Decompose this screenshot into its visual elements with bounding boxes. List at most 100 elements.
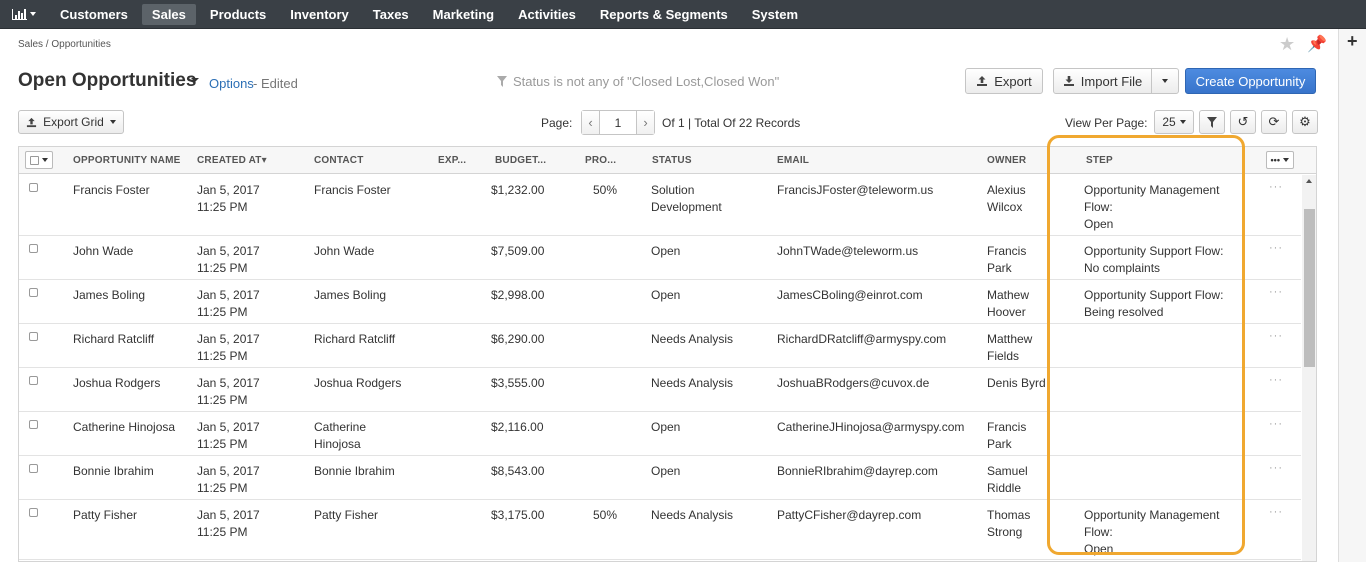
- refresh-button[interactable]: ⟳: [1261, 110, 1287, 134]
- row-actions-icon[interactable]: ···: [1269, 181, 1283, 193]
- row-checkbox[interactable]: [29, 183, 38, 192]
- select-all-checkbox[interactable]: [25, 151, 53, 169]
- refresh-icon: ⟳: [1268, 114, 1280, 129]
- cell-opportunity-name-text: Joshua Rodgers: [73, 376, 161, 390]
- cell-owner-text: Alexius: [987, 183, 1026, 197]
- column-status[interactable]: STATUS: [652, 155, 692, 166]
- nav-reports-segments[interactable]: Reports & Segments: [590, 4, 738, 25]
- cell-owner: Matthew Fields: [987, 331, 1032, 365]
- cell-budget: $3,555.00: [491, 375, 544, 392]
- cell-opportunity-name-text: Patty Fisher: [73, 508, 138, 522]
- vertical-scrollbar[interactable]: [1302, 175, 1316, 561]
- page-number-input[interactable]: 1: [599, 111, 637, 134]
- column-created-at[interactable]: CREATED AT▾: [197, 155, 267, 166]
- export-button[interactable]: Export: [965, 68, 1043, 94]
- top-nav: Customers Sales Products Inventory Taxes…: [0, 0, 1366, 29]
- pin-icon[interactable]: 📌: [1307, 34, 1327, 54]
- nav-marketing[interactable]: Marketing: [423, 4, 504, 25]
- row-actions-icon[interactable]: ···: [1269, 242, 1283, 254]
- cell-step-text: Opportunity Management: [1084, 183, 1220, 197]
- view-per-page-select[interactable]: 25: [1154, 110, 1194, 134]
- cell-owner-text: Fields: [987, 349, 1020, 363]
- options-link[interactable]: Options: [209, 76, 254, 91]
- import-file-button[interactable]: Import File: [1053, 68, 1152, 94]
- cell-created-at: Jan 5, 2017 11:25 PM: [197, 507, 260, 541]
- cell-owner: Mathew Hoover: [987, 287, 1029, 321]
- upload-icon: [977, 76, 988, 86]
- column-owner[interactable]: OWNER: [987, 155, 1026, 166]
- nav-activities[interactable]: Activities: [508, 4, 586, 25]
- reset-button[interactable]: ↺: [1230, 110, 1256, 134]
- download-icon: [1063, 76, 1074, 86]
- table-row[interactable]: John Wade Jan 5, 2017 11:25 PM John Wade $7,…: [19, 236, 1301, 280]
- row-actions-icon[interactable]: ···: [1269, 506, 1283, 518]
- table-row[interactable]: Richard Ratcliff Jan 5, 2017 11:25 PM Richa…: [19, 324, 1301, 368]
- nav-inventory[interactable]: Inventory: [280, 4, 359, 25]
- column-contact[interactable]: CONTACT: [314, 155, 364, 166]
- table-row[interactable]: Bonnie Ibrahim Jan 5, 2017 11:25 PM Bonnie …: [19, 456, 1301, 500]
- row-actions-icon[interactable]: ···: [1269, 330, 1283, 342]
- nav-sales[interactable]: Sales: [141, 3, 196, 25]
- table-row[interactable]: Francis Foster Jan 5, 2017 11:25 PM Francis…: [19, 175, 1301, 236]
- prev-page-button[interactable]: ‹: [582, 111, 599, 134]
- column-probability[interactable]: PRO...: [585, 155, 616, 166]
- row-actions-icon[interactable]: ···: [1269, 462, 1283, 474]
- cell-created-at-text: 11:25 PM: [197, 305, 248, 319]
- cell-status-text: Needs Analysis: [651, 508, 734, 522]
- filter-summary[interactable]: Status is not any of "Closed Lost,Closed…: [497, 74, 779, 89]
- table-row[interactable]: Catherine Hinojosa Jan 5, 2017 11:25 PM Cat…: [19, 412, 1301, 456]
- row-checkbox[interactable]: [29, 244, 38, 253]
- row-checkbox[interactable]: [29, 332, 38, 341]
- import-dropdown-button[interactable]: [1151, 68, 1179, 94]
- cell-probability: 50%: [593, 507, 617, 524]
- cell-step-text: Flow:: [1084, 525, 1113, 539]
- table-row[interactable]: Joshua Rodgers Jan 5, 2017 11:25 PM Joshua …: [19, 368, 1301, 412]
- column-step[interactable]: STEP: [1086, 155, 1113, 166]
- cell-step-text: Opportunity Support Flow:: [1084, 288, 1224, 302]
- column-options-button[interactable]: •••: [1266, 151, 1294, 169]
- chevron-down-icon: [30, 12, 36, 16]
- dashboard-menu[interactable]: [0, 0, 48, 29]
- export-grid-button[interactable]: Export Grid: [18, 110, 124, 134]
- column-opportunity-name[interactable]: OPPORTUNITY NAME: [73, 155, 180, 166]
- column-expected-close[interactable]: EXP...: [438, 155, 466, 166]
- export-label: Export: [994, 73, 1032, 89]
- filter-button[interactable]: [1199, 110, 1225, 134]
- plus-icon[interactable]: +: [1347, 31, 1358, 52]
- row-checkbox[interactable]: [29, 464, 38, 473]
- cell-owner: Thomas Strong: [987, 507, 1030, 541]
- cell-budget: $8,543.00: [491, 463, 544, 480]
- nav-taxes[interactable]: Taxes: [363, 4, 419, 25]
- next-page-button[interactable]: ›: [637, 111, 654, 134]
- create-opportunity-button[interactable]: Create Opportunity: [1185, 68, 1316, 94]
- star-icon[interactable]: ★: [1279, 34, 1295, 55]
- column-email[interactable]: EMAIL: [777, 155, 809, 166]
- row-checkbox[interactable]: [29, 288, 38, 297]
- row-actions-icon[interactable]: ···: [1269, 374, 1283, 386]
- scroll-thumb[interactable]: [1304, 209, 1315, 367]
- table-row[interactable]: Patty Fisher Jan 5, 2017 11:25 PM Patty Fis…: [19, 500, 1301, 560]
- cell-email: CatherineJHinojosa@armyspy.com: [777, 419, 964, 436]
- cell-opportunity-name: Catherine Hinojosa: [73, 419, 175, 436]
- cell-owner-text: Riddle: [987, 481, 1022, 495]
- row-checkbox[interactable]: [29, 420, 38, 429]
- chevron-down-icon: [1179, 120, 1186, 124]
- row-actions-icon[interactable]: ···: [1269, 418, 1283, 430]
- nav-system[interactable]: System: [742, 4, 808, 25]
- table-row[interactable]: James Boling Jan 5, 2017 11:25 PM James Bol…: [19, 280, 1301, 324]
- scroll-up-arrow[interactable]: [1306, 179, 1312, 183]
- nav-customers[interactable]: Customers: [50, 4, 138, 25]
- cell-contact: Joshua Rodgers: [314, 375, 401, 392]
- cell-step: Opportunity Support Flow: Being resolved: [1084, 287, 1223, 321]
- title-caret-icon[interactable]: [191, 78, 199, 82]
- cell-owner-text: Francis: [987, 420, 1027, 434]
- row-actions-icon[interactable]: ···: [1269, 286, 1283, 298]
- row-checkbox[interactable]: [29, 376, 38, 385]
- column-budget[interactable]: BUDGET...: [495, 155, 546, 166]
- nav-products[interactable]: Products: [200, 4, 276, 25]
- grid-settings-button[interactable]: ⚙: [1292, 110, 1318, 134]
- cell-status: Needs Analysis: [651, 507, 733, 524]
- view-per-page-value: 25: [1162, 115, 1176, 129]
- row-checkbox[interactable]: [29, 508, 38, 517]
- cell-created-at-text: Jan 5, 2017: [197, 332, 260, 346]
